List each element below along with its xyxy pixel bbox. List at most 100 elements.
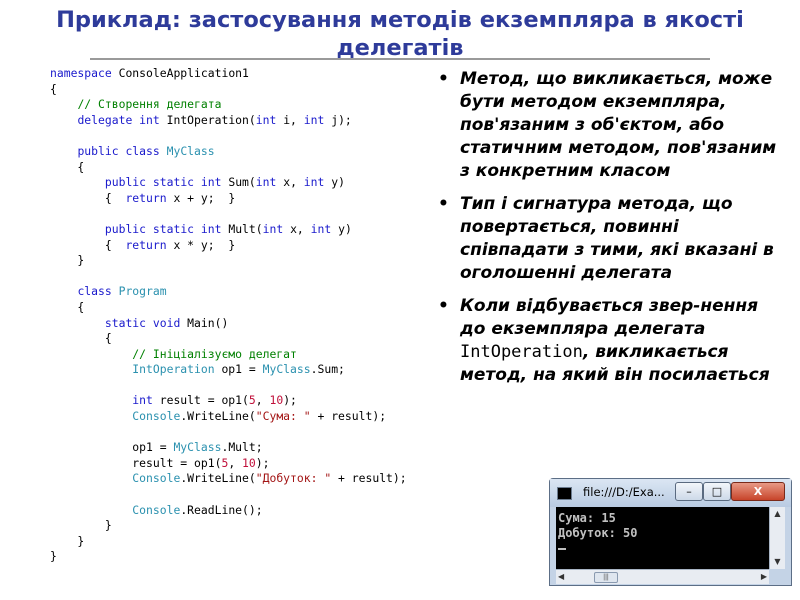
code-line: public static int Sum(int x, int y) bbox=[50, 175, 430, 191]
bullet-list: • Метод, що викликається, може бути мето… bbox=[436, 68, 781, 397]
scroll-down-icon[interactable]: ▼ bbox=[770, 555, 785, 569]
code-line: result = op1(5, 10); bbox=[50, 456, 430, 472]
code-token: j); bbox=[324, 112, 352, 127]
code-token: ConsoleApplication1 bbox=[111, 66, 249, 80]
code-token: Console bbox=[132, 502, 181, 517]
code-token: .Mult; bbox=[221, 440, 263, 455]
code-token: int bbox=[262, 221, 284, 236]
code-token: Sum( bbox=[221, 175, 256, 190]
console-titlebar[interactable]: file:///D:/Exa... – □ X bbox=[550, 479, 791, 507]
code-token: x, bbox=[283, 221, 311, 236]
code-token: + result); bbox=[331, 471, 407, 486]
code-line: } bbox=[50, 253, 430, 269]
code-token: int bbox=[255, 112, 277, 127]
code-token: } bbox=[50, 549, 57, 564]
code-token: { bbox=[50, 331, 112, 346]
code-token: + result); bbox=[310, 409, 387, 424]
code-token: ); bbox=[255, 455, 270, 470]
code-token: public bbox=[104, 175, 147, 190]
code-token: op1 = bbox=[214, 362, 263, 377]
code-line: public class MyClass bbox=[50, 144, 430, 160]
code-token: y) bbox=[324, 175, 345, 190]
horizontal-scrollbar[interactable]: ◀ ||| ▶ bbox=[556, 569, 769, 584]
console-output[interactable]: Сума: 15 Добуток: 50 bbox=[556, 507, 769, 569]
vertical-scrollbar[interactable]: ▲ ▼ bbox=[769, 507, 785, 569]
code-token: int bbox=[255, 175, 277, 190]
code-token: namespace bbox=[50, 66, 112, 80]
minimize-button[interactable]: – bbox=[675, 482, 703, 501]
close-button[interactable]: X bbox=[731, 482, 785, 501]
code-token: static bbox=[152, 221, 195, 236]
title-divider bbox=[90, 58, 710, 60]
code-line: public static int Mult(int x, int y) bbox=[50, 222, 430, 238]
code-token: "Добуток: " bbox=[255, 471, 332, 486]
bullet-marker-icon: • bbox=[438, 296, 449, 316]
console-cursor bbox=[558, 547, 566, 550]
code-token: x, bbox=[276, 175, 304, 190]
console-cursor-line bbox=[558, 541, 769, 556]
scroll-left-icon[interactable]: ◀ bbox=[558, 570, 564, 584]
code-token: static bbox=[104, 315, 147, 330]
code-token: // Створення делегата bbox=[77, 97, 222, 112]
maximize-button[interactable]: □ bbox=[703, 482, 731, 501]
code-token: Mult( bbox=[221, 221, 263, 236]
console-app-icon[interactable] bbox=[557, 487, 572, 500]
code-token: , bbox=[255, 393, 270, 408]
code-line: namespace ConsoleApplication1 bbox=[50, 66, 430, 82]
code-token: .WriteLine( bbox=[180, 471, 256, 486]
code-token: } bbox=[50, 253, 85, 268]
code-token: int bbox=[310, 221, 332, 236]
code-line: { return x * y; } bbox=[50, 238, 430, 254]
code-token: Console bbox=[132, 471, 181, 486]
bullet-text-1: Метод, що викликається, може бути методо… bbox=[460, 69, 777, 181]
bullet-item-1: • Метод, що викликається, може бути мето… bbox=[436, 68, 781, 183]
code-line: IntOperation op1 = MyClass.Sum; bbox=[50, 362, 430, 378]
code-token: return bbox=[125, 190, 167, 205]
code-token: 5 bbox=[248, 393, 256, 408]
code-token: MyClass bbox=[262, 362, 311, 377]
code-token: { bbox=[50, 190, 126, 205]
code-line: { return x + y; } bbox=[50, 191, 430, 207]
delegate-type-name: IntOperation bbox=[460, 342, 583, 362]
slide-title: Приклад: застосування методів екземпляра… bbox=[56, 7, 744, 61]
code-token: { bbox=[50, 237, 126, 252]
code-token: { bbox=[50, 299, 85, 314]
bullet-item-3: • Коли відбувається звер-нення до екземп… bbox=[436, 295, 781, 387]
code-token: IntOperation bbox=[132, 362, 215, 377]
console-title: file:///D:/Exa... bbox=[583, 485, 665, 499]
code-token: return bbox=[125, 237, 167, 252]
code-line: { bbox=[50, 300, 430, 316]
code-token: .ReadLine(); bbox=[180, 502, 263, 517]
scroll-right-icon[interactable]: ▶ bbox=[761, 570, 767, 584]
code-token: result = op1( bbox=[50, 455, 222, 470]
code-token: result = op1( bbox=[152, 393, 249, 408]
code-line: } bbox=[50, 518, 430, 534]
bullet-text-2: Тип і сигнатура метода, що повертається,… bbox=[460, 194, 774, 283]
code-token: public bbox=[77, 143, 119, 158]
code-token: { bbox=[50, 159, 85, 174]
horizontal-scroll-thumb[interactable]: ||| bbox=[594, 572, 618, 583]
code-token: } bbox=[50, 518, 112, 533]
code-line: op1 = MyClass.Mult; bbox=[50, 440, 430, 456]
console-line: Добуток: 50 bbox=[558, 526, 638, 540]
bullet-item-2: • Тип і сигнатура метода, що повертаєтьс… bbox=[436, 193, 781, 285]
scroll-up-icon[interactable]: ▲ bbox=[770, 507, 785, 521]
code-token: public bbox=[104, 221, 147, 236]
code-line: int result = op1(5, 10); bbox=[50, 393, 430, 409]
code-token: .WriteLine( bbox=[180, 409, 256, 424]
